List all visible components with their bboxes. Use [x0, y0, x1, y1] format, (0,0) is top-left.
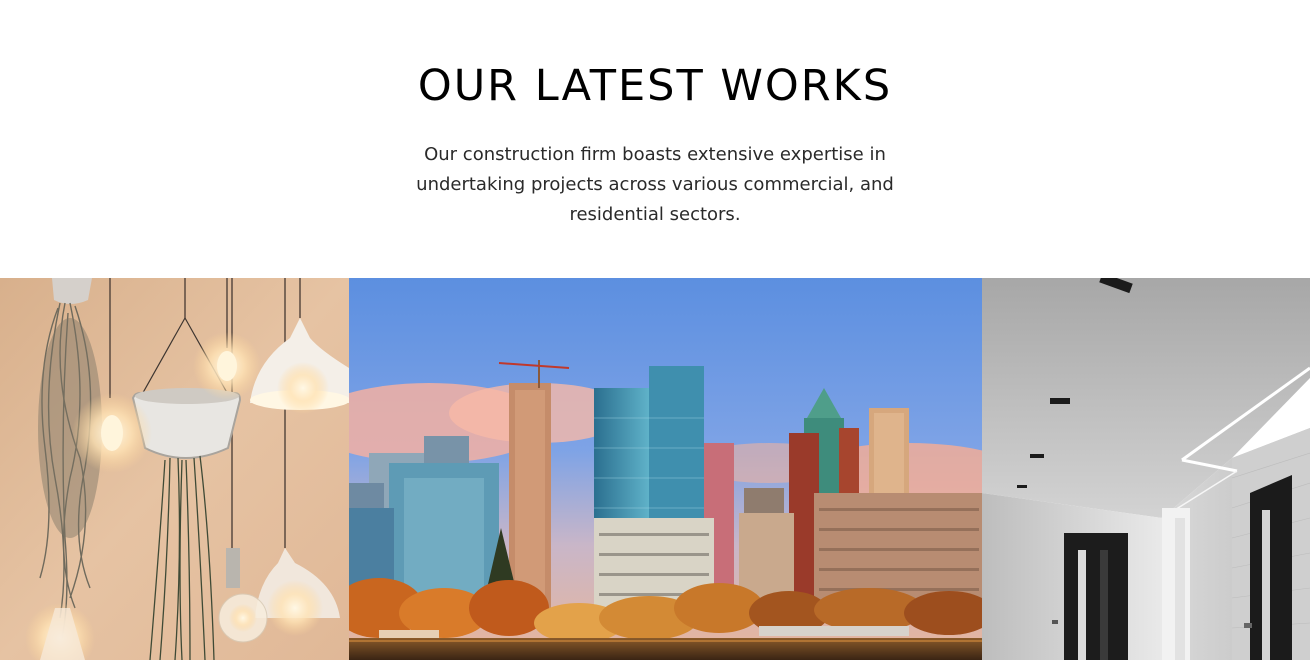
gallery-item-interior[interactable] [982, 278, 1310, 660]
lamps-image [0, 278, 349, 660]
section-title: OUR LATEST WORKS [417, 61, 893, 111]
gallery-item-lamps[interactable] [0, 278, 349, 660]
section-description: Our construction firm boasts extensive e… [416, 144, 894, 225]
works-gallery [0, 278, 1310, 660]
gallery-item-skyline[interactable] [349, 278, 982, 660]
interior-image [982, 278, 1310, 660]
section-header: OUR LATEST WORKS Our construction firm b… [0, 0, 1310, 278]
skyline-image [349, 278, 982, 660]
